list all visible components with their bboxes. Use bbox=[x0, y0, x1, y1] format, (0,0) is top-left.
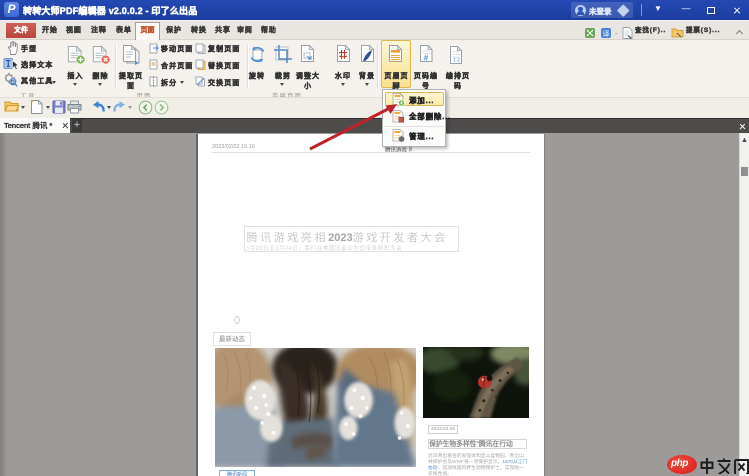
svg-text:译: 译 bbox=[603, 30, 610, 38]
svg-text:Q: Q bbox=[11, 80, 16, 86]
svg-text:1 2: 1 2 bbox=[453, 58, 460, 64]
svg-text:#: # bbox=[424, 54, 429, 63]
